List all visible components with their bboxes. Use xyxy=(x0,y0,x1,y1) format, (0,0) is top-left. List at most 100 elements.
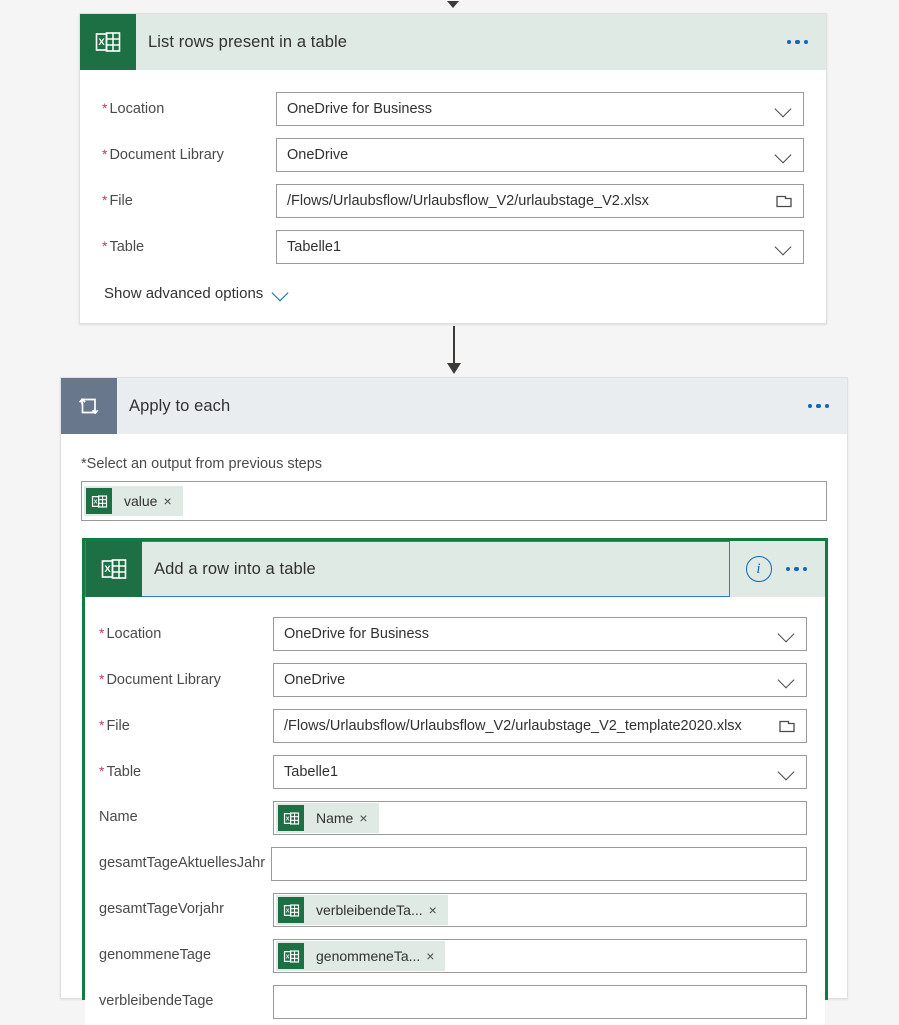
required-asterisk: * xyxy=(102,145,108,162)
collapse-chevron-icon[interactable] xyxy=(447,1,459,8)
document-library-value: OneDrive xyxy=(284,672,346,688)
chevron-down-icon[interactable] xyxy=(775,100,793,118)
field-label-file: * File xyxy=(102,191,133,209)
file-picker-input[interactable]: /Flows/Urlaubsflow/Urlaubsflow_V2/urlaub… xyxy=(273,709,807,743)
dynamic-content-token[interactable]: X genommeneTa... × xyxy=(276,941,446,971)
field-row-file: * File /Flows/Urlaubsflow/Urlaubsflow_V2/… xyxy=(102,178,804,224)
field-row-gesamttage-vorjahr: gesamtTageVorjahr X verbleibendeTa... × xyxy=(99,887,807,933)
required-asterisk: * xyxy=(102,191,108,208)
chevron-down-icon[interactable] xyxy=(272,284,290,302)
token-label: verbleibendeTa... xyxy=(316,902,423,918)
field-row-table: * Table Tabelle1 xyxy=(99,749,807,795)
flow-designer-canvas: X List rows present in a table * Location… xyxy=(0,0,899,1025)
field-label-verbleibendetage: verbleibendeTage xyxy=(99,993,214,1010)
show-advanced-options-label: Show advanced options xyxy=(104,284,264,302)
more-options-button[interactable] xyxy=(785,566,807,572)
remove-token-button[interactable]: × xyxy=(163,494,182,508)
location-value: OneDrive for Business xyxy=(284,626,430,642)
field-row-gesamttage-aktuellesjahr: gesamtTageAktuellesJahr xyxy=(99,841,807,887)
field-row-location: * Location OneDrive for Business xyxy=(102,86,804,132)
chevron-down-icon[interactable] xyxy=(778,671,796,689)
step-body-list-rows: * Location OneDrive for Business * Documen… xyxy=(80,70,826,322)
step-card-apply-to-each[interactable]: Apply to each *Select an output from pre… xyxy=(60,377,848,1025)
document-library-dropdown[interactable]: OneDrive xyxy=(273,663,807,697)
location-value: OneDrive for Business xyxy=(287,101,433,117)
svg-text:X: X xyxy=(104,564,111,575)
step-body-add-a-row: * Location OneDrive for Business * Documen… xyxy=(85,597,825,1025)
excel-icon: X xyxy=(278,897,304,923)
field-label-document-library: * Document Library xyxy=(102,145,224,163)
svg-text:X: X xyxy=(285,954,289,960)
file-value: /Flows/Urlaubsflow/Urlaubsflow_V2/urlaub… xyxy=(287,193,649,209)
field-label-gesamttage-vorjahr: gesamtTageVorjahr xyxy=(99,901,224,918)
field-row-genommenetage: genommeneTage X genommeneTa... × xyxy=(99,933,807,979)
step-card-list-rows[interactable]: X List rows present in a table * Location… xyxy=(79,13,827,324)
field-label-gesamttage-aktuellesjahr: gesamtTageAktuellesJahr xyxy=(99,855,266,872)
location-dropdown[interactable]: OneDrive for Business xyxy=(276,92,804,126)
field-label-document-library: * Document Library xyxy=(99,670,221,688)
remove-token-button[interactable]: × xyxy=(426,949,445,963)
field-label-location: * Location xyxy=(99,624,162,642)
table-value: Tabelle1 xyxy=(287,239,342,255)
required-asterisk: * xyxy=(102,237,108,254)
genommenetage-token-input[interactable]: X genommeneTa... × xyxy=(273,939,807,973)
field-row-file: * File /Flows/Urlaubsflow/Urlaubsflow_V2/… xyxy=(99,703,807,749)
field-row-verbleibendetage: verbleibendeTage xyxy=(99,979,807,1025)
chevron-down-icon[interactable] xyxy=(775,238,793,256)
chevron-down-icon[interactable] xyxy=(778,763,796,781)
gesamttage-aktuellesjahr-input[interactable] xyxy=(271,847,807,881)
file-picker-input[interactable]: /Flows/Urlaubsflow/Urlaubsflow_V2/urlaub… xyxy=(276,184,804,218)
remove-token-button[interactable]: × xyxy=(429,903,448,917)
field-label-file: * File xyxy=(99,716,130,734)
required-asterisk: * xyxy=(99,716,105,733)
step-card-add-a-row[interactable]: X Add a row into a table i * Location On… xyxy=(82,538,828,1025)
name-token-input[interactable]: X Name × xyxy=(273,801,807,835)
table-dropdown[interactable]: Tabelle1 xyxy=(276,230,804,264)
field-label-location: * Location xyxy=(102,99,165,117)
gesamttage-vorjahr-token-input[interactable]: X verbleibendeTa... × xyxy=(273,893,807,927)
step-title: Add a row into a table xyxy=(154,559,316,578)
field-row-document-library: * Document Library OneDrive xyxy=(99,657,807,703)
dynamic-content-token[interactable]: X value × xyxy=(84,486,183,516)
step-body-apply-to-each: *Select an output from previous steps X xyxy=(61,434,847,521)
remove-token-button[interactable]: × xyxy=(359,811,378,825)
folder-icon[interactable] xyxy=(775,193,793,209)
chevron-down-icon[interactable] xyxy=(775,146,793,164)
dynamic-content-token[interactable]: X verbleibendeTa... × xyxy=(276,895,448,925)
location-dropdown[interactable]: OneDrive for Business xyxy=(273,617,807,651)
field-row-document-library: * Document Library OneDrive xyxy=(102,132,804,178)
excel-icon: X xyxy=(278,805,304,831)
step-header-list-rows[interactable]: X List rows present in a table xyxy=(80,14,826,70)
required-asterisk: * xyxy=(102,99,108,116)
field-label-table: * Table xyxy=(99,762,142,780)
token-label: genommeneTa... xyxy=(316,948,421,964)
folder-icon[interactable] xyxy=(778,718,796,734)
field-row-name: Name X Name × xyxy=(99,795,807,841)
excel-icon: X xyxy=(86,488,112,514)
field-row-location: * Location OneDrive for Business xyxy=(99,611,807,657)
svg-text:X: X xyxy=(285,816,289,822)
info-icon[interactable]: i xyxy=(745,556,772,582)
field-label-genommenetage: genommeneTage xyxy=(99,947,212,964)
token-label: value xyxy=(124,493,158,509)
more-options-button[interactable] xyxy=(807,403,829,409)
field-label-name: Name xyxy=(99,809,138,826)
document-library-dropdown[interactable]: OneDrive xyxy=(276,138,804,172)
table-dropdown[interactable]: Tabelle1 xyxy=(273,755,807,789)
output-token-input[interactable]: X value × xyxy=(81,481,827,521)
verbleibendetage-input[interactable] xyxy=(273,985,807,1019)
required-asterisk: * xyxy=(99,670,105,687)
more-options-button[interactable] xyxy=(786,39,808,45)
file-value: /Flows/Urlaubsflow/Urlaubsflow_V2/urlaub… xyxy=(284,718,742,734)
output-field-label: *Select an output from previous steps xyxy=(81,456,323,472)
step-title: Apply to each xyxy=(129,396,231,415)
chevron-down-icon[interactable] xyxy=(778,625,796,643)
dynamic-content-token[interactable]: X Name × xyxy=(276,803,379,833)
excel-icon: X xyxy=(86,541,142,597)
excel-icon: X xyxy=(278,943,304,969)
show-advanced-options-button[interactable]: Show advanced options xyxy=(104,284,290,302)
svg-text:X: X xyxy=(98,37,105,48)
step-header-apply-to-each[interactable]: Apply to each xyxy=(61,378,847,434)
step-header-add-a-row[interactable]: X Add a row into a table i xyxy=(85,541,825,597)
svg-text:X: X xyxy=(285,908,289,914)
